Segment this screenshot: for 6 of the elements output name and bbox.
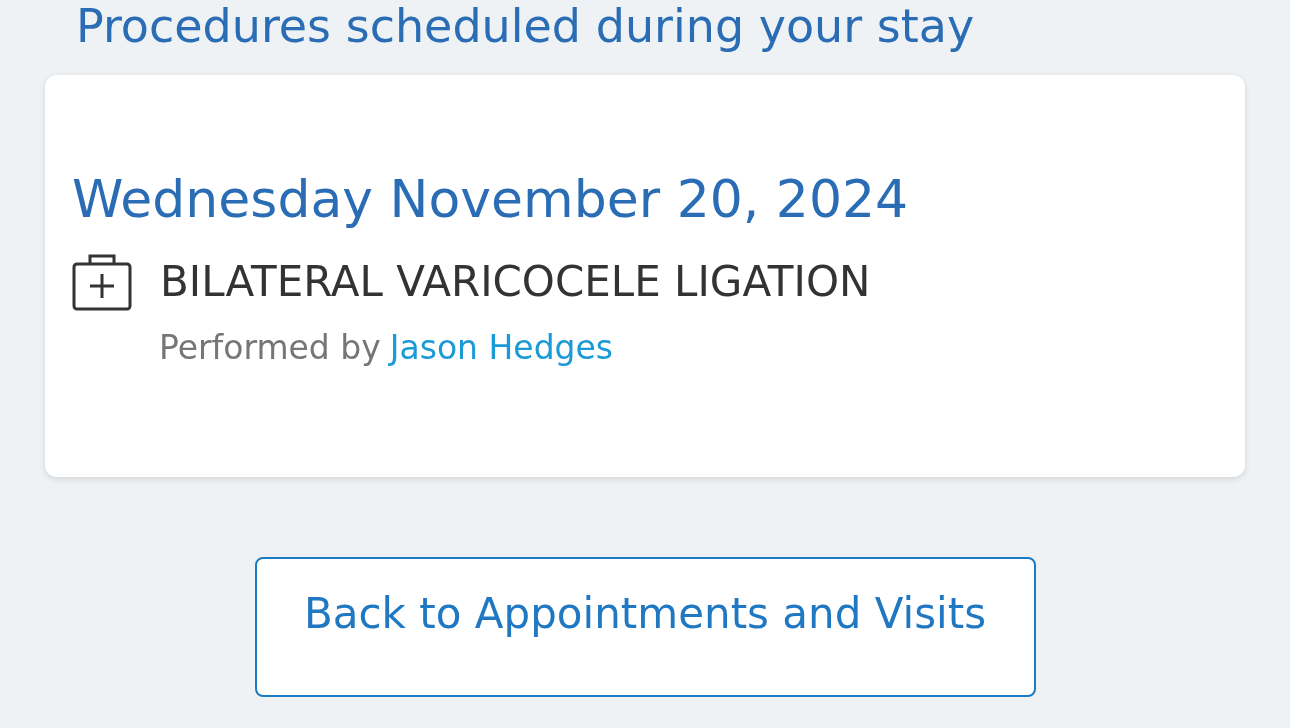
procedure-name: BILATERAL VARICOCELE LIGATION	[160, 257, 871, 307]
section-heading: Procedures scheduled during your stay	[76, 0, 976, 53]
performer-link[interactable]: Jason Hedges	[389, 327, 613, 367]
procedure-date: Wednesday November 20, 2024	[72, 167, 910, 231]
performed-by-label: Performed by	[159, 327, 381, 367]
back-button[interactable]: Back to Appointments and Visits	[254, 556, 1036, 697]
